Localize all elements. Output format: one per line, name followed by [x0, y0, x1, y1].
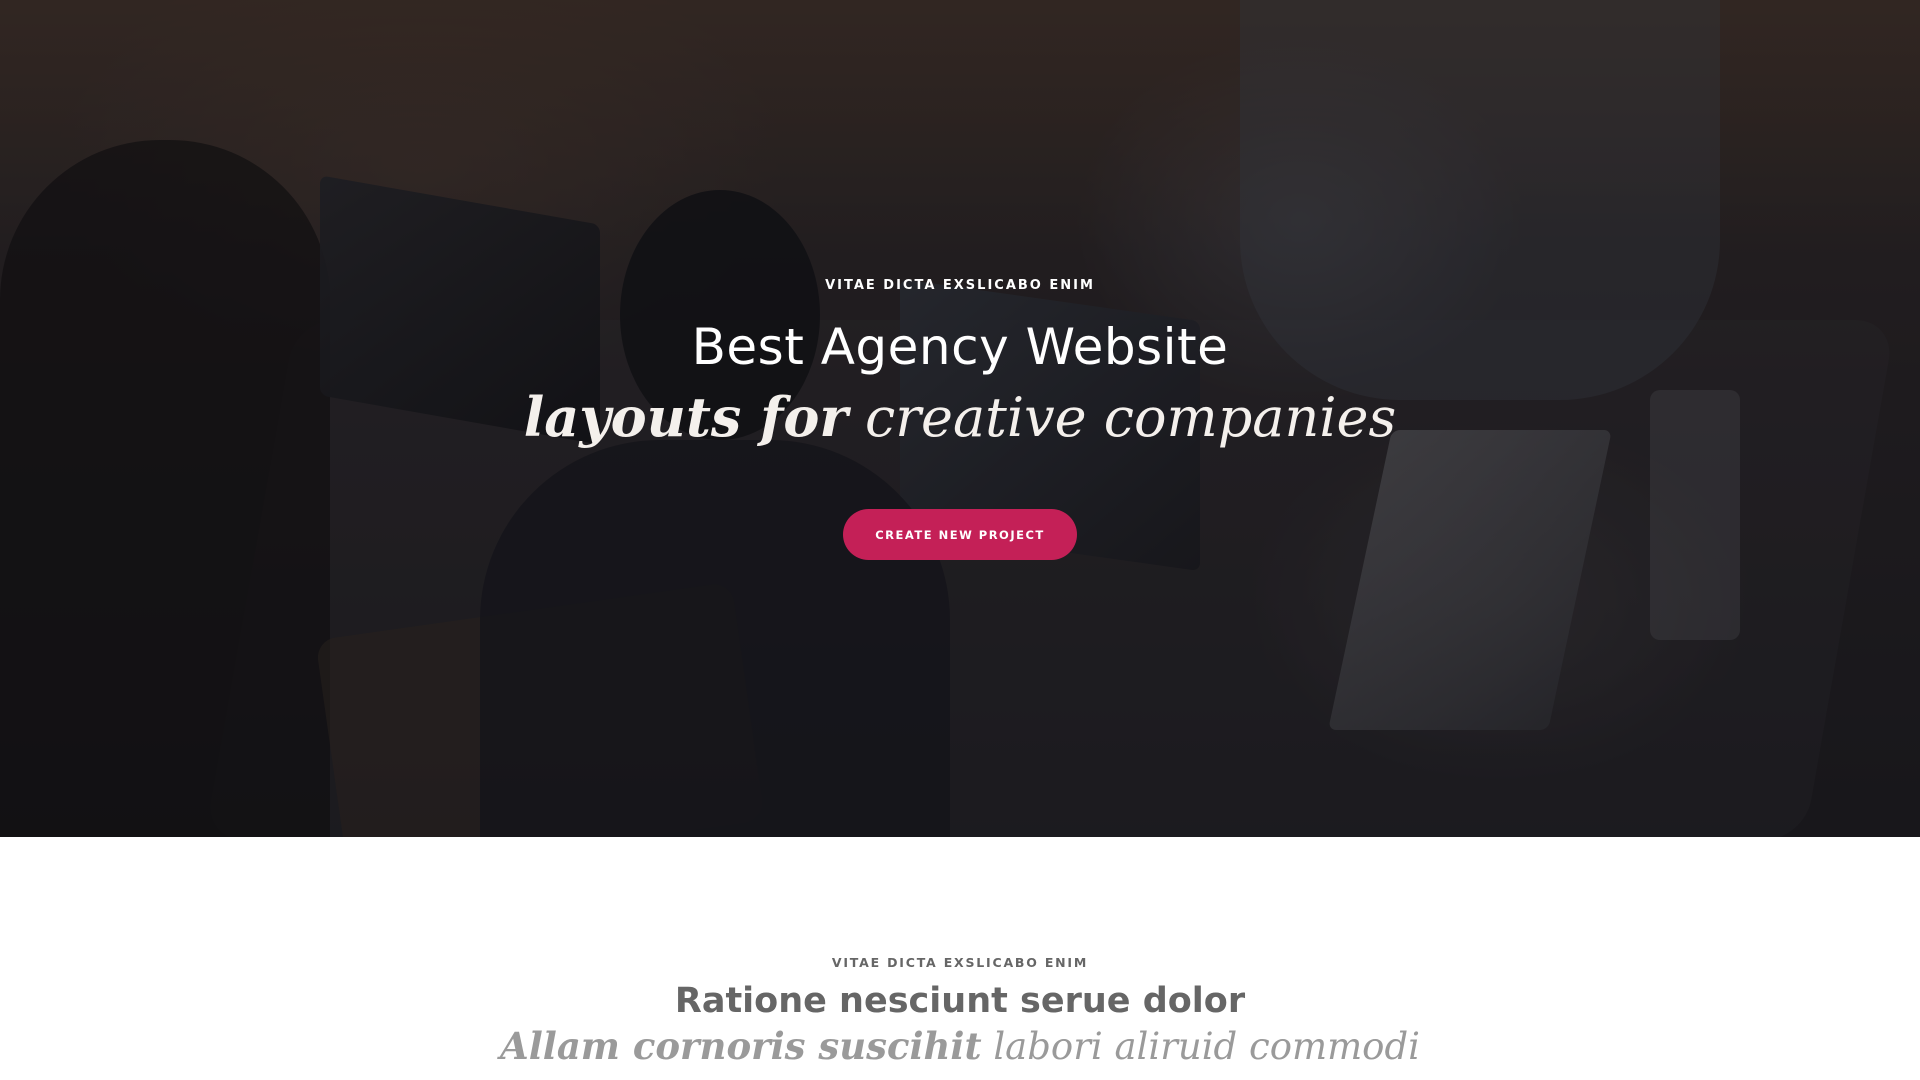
hero-subtitle: layouts for creative companies	[0, 385, 1920, 449]
intro-section: VITAE DICTA EXSLICABO ENIM Ratione nesci…	[0, 837, 1920, 1080]
hero-title: Best Agency Website	[691, 318, 1229, 376]
section-subtitle-text: labori aliruid commodi	[993, 1025, 1420, 1068]
hero-section: VITAE DICTA EXSLICABO ENIM Best Agency W…	[0, 0, 1920, 837]
section-subtitle: Allam cornoris suscihit labori aliruid c…	[0, 1024, 1920, 1068]
section-eyebrow: VITAE DICTA EXSLICABO ENIM	[831, 955, 1089, 970]
hero-subtitle-text: creative companies	[864, 386, 1397, 449]
section-title: Ratione nesciunt serue dolor	[674, 981, 1246, 1021]
hero-subtitle-emphasis: layouts for	[523, 385, 848, 449]
section-subtitle-emphasis: Allam cornoris suscihit	[500, 1024, 982, 1068]
create-new-project-button[interactable]: CREATE NEW PROJECT	[843, 509, 1077, 560]
hero-eyebrow: VITAE DICTA EXSLICABO ENIM	[825, 278, 1095, 293]
